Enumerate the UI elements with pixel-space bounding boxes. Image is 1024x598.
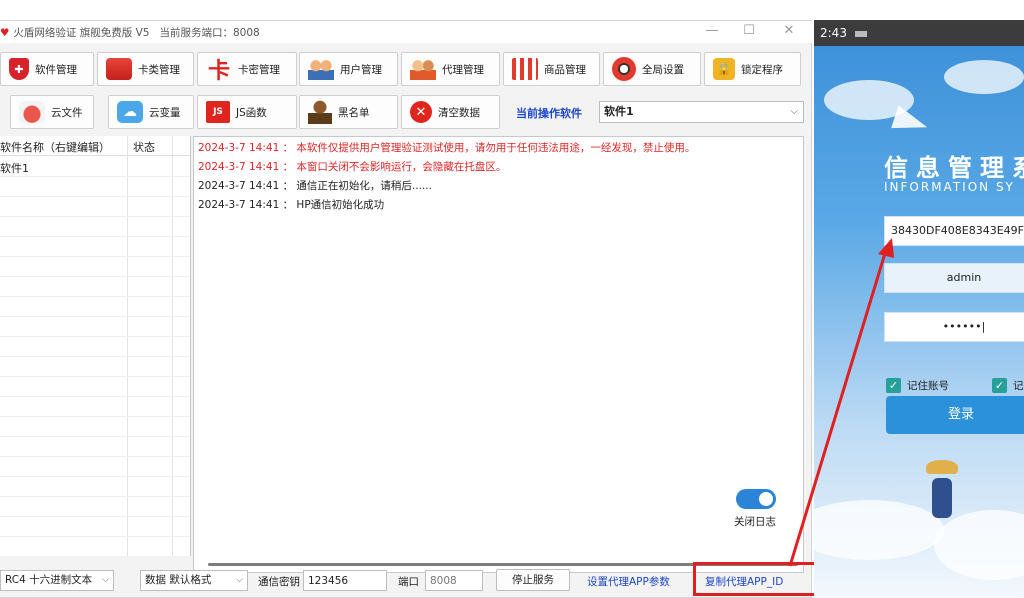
chevron-down-icon: ⌵ xyxy=(102,575,109,585)
cloud-variable-icon: ☁ xyxy=(117,101,143,123)
data-format-select[interactable]: 数据 默认格式 ⌵ xyxy=(140,570,248,591)
port-label: 端口 xyxy=(398,576,419,588)
window-title: ♥ 火盾网络验证 旗舰免费版 V5 当前服务端口：8008 xyxy=(0,27,260,39)
users-icon xyxy=(308,58,334,80)
current-software-label: 当前操作软件 xyxy=(516,107,582,120)
log-line: 2024-3-7 14:41 ： 本窗口关闭不会影响运行，会隐藏在托盘区。 xyxy=(198,161,507,173)
lock-program-button[interactable]: 🔒 锁定程序 xyxy=(704,52,801,86)
remember-password-checkbox[interactable]: ✓ 记 xyxy=(992,378,1024,393)
log-line: 2024-3-7 14:41 ： 本软件仅提供用户管理验证测试使用，请勿用于任何… xyxy=(198,142,696,154)
card-type-icon xyxy=(106,58,132,80)
key-label: 通信密钥 xyxy=(258,576,300,588)
port-status: 当前服务端口：8008 xyxy=(159,27,260,39)
remember-account-checkbox[interactable]: ✓ 记住账号 xyxy=(886,378,949,393)
encrypt-mode-select[interactable]: RC4 十六进制文本 ⌵ xyxy=(0,570,114,591)
close-log-toggle[interactable] xyxy=(736,489,776,509)
maximize-button[interactable]: ☐ xyxy=(740,23,758,38)
app-id-input[interactable]: 38430DF408E8343E49F xyxy=(884,216,1024,246)
notification-icon xyxy=(854,30,867,37)
chevron-down-icon: ⌵ xyxy=(236,575,243,585)
log-line: 2024-3-7 14:41 ： HP通信初始化成功 xyxy=(198,199,385,211)
blacklist-button[interactable]: 黑名单 xyxy=(299,95,398,129)
current-software-select[interactable]: 软件1 ⌵ xyxy=(599,101,804,123)
js-icon: JS xyxy=(206,101,230,123)
table-header: 软件名称（右键编辑） 状态 xyxy=(0,136,190,156)
column-header-name: 软件名称（右键编辑） xyxy=(0,141,110,154)
column-header-status: 状态 xyxy=(133,141,155,154)
login-button[interactable]: 登录 xyxy=(886,396,1024,434)
agent-manage-button[interactable]: 代理管理 xyxy=(401,52,500,86)
paper-plane-icon xyxy=(891,105,931,139)
phone-time: 2:43 xyxy=(820,26,847,40)
js-function-button[interactable]: JS JS函数 xyxy=(197,95,297,129)
username-input[interactable]: admin xyxy=(884,263,1024,293)
password-input[interactable]: ••••••| xyxy=(884,312,1024,342)
shop-icon xyxy=(512,58,538,80)
chevron-down-icon: ⌵ xyxy=(790,106,798,117)
software-name-cell: 软件1 xyxy=(0,162,29,175)
agent-icon xyxy=(410,58,436,80)
stop-service-button[interactable]: 停止服务 xyxy=(496,569,570,591)
port-input[interactable] xyxy=(425,570,483,591)
phone-app-subtitle: INFORMATION SY xyxy=(884,180,1015,194)
software-table[interactable]: 软件名称（右键编辑） 状态 软件1 xyxy=(0,136,191,556)
blacklist-icon xyxy=(308,100,332,124)
communication-key-input[interactable] xyxy=(303,570,387,591)
phone-preview: 2:43 信息管理系 INFORMATION SY 38430DF408E834… xyxy=(814,20,1024,598)
title-bar: ♥ 火盾网络验证 旗舰免费版 V5 当前服务端口：8008 — ☐ ✕ xyxy=(0,21,812,43)
check-icon: ✓ xyxy=(886,378,901,393)
card-type-manage-button[interactable]: 卡类管理 xyxy=(97,52,194,86)
phone-app-title: 信息管理系 xyxy=(884,154,1024,182)
cloud-file-icon xyxy=(19,101,45,123)
close-log-label: 关闭日志 xyxy=(734,516,776,528)
log-panel[interactable]: 2024-3-7 14:41 ： 本软件仅提供用户管理验证测试使用，请勿用于任何… xyxy=(193,136,804,573)
main-window: ♥ 火盾网络验证 旗舰免费版 V5 当前服务端口：8008 — ☐ ✕ ✚ 软件管… xyxy=(0,20,812,598)
log-line: 2024-3-7 14:41 ： 通信正在初始化，请稍后...... xyxy=(198,180,432,192)
app-logo-icon: ♥ xyxy=(0,27,10,39)
card-key-icon: 卡 xyxy=(207,58,230,84)
close-button[interactable]: ✕ xyxy=(780,23,798,38)
clear-data-button[interactable]: ✕ 清空数据 xyxy=(401,95,500,129)
lock-icon: 🔒 xyxy=(713,58,735,80)
gear-icon xyxy=(612,57,636,81)
card-key-manage-button[interactable]: 卡 卡密管理 xyxy=(197,52,297,86)
check-icon: ✓ xyxy=(992,378,1007,393)
software-manage-button[interactable]: ✚ 软件管理 xyxy=(0,52,94,86)
minimize-button[interactable]: — xyxy=(703,23,721,38)
shield-icon: ✚ xyxy=(9,58,29,80)
child-illustration xyxy=(924,460,960,540)
highlight-box xyxy=(693,562,821,596)
global-settings-button[interactable]: 全局设置 xyxy=(603,52,701,86)
user-manage-button[interactable]: 用户管理 xyxy=(299,52,398,86)
cloud-variable-button[interactable]: ☁ 云变量 xyxy=(108,95,194,129)
goods-manage-button[interactable]: 商品管理 xyxy=(503,52,600,86)
set-agent-app-params-link[interactable]: 设置代理APP参数 xyxy=(587,574,670,589)
phone-status-bar: 2:43 xyxy=(814,20,1024,46)
clear-icon: ✕ xyxy=(410,101,432,123)
cloud-file-button[interactable]: 云文件 xyxy=(10,95,94,129)
